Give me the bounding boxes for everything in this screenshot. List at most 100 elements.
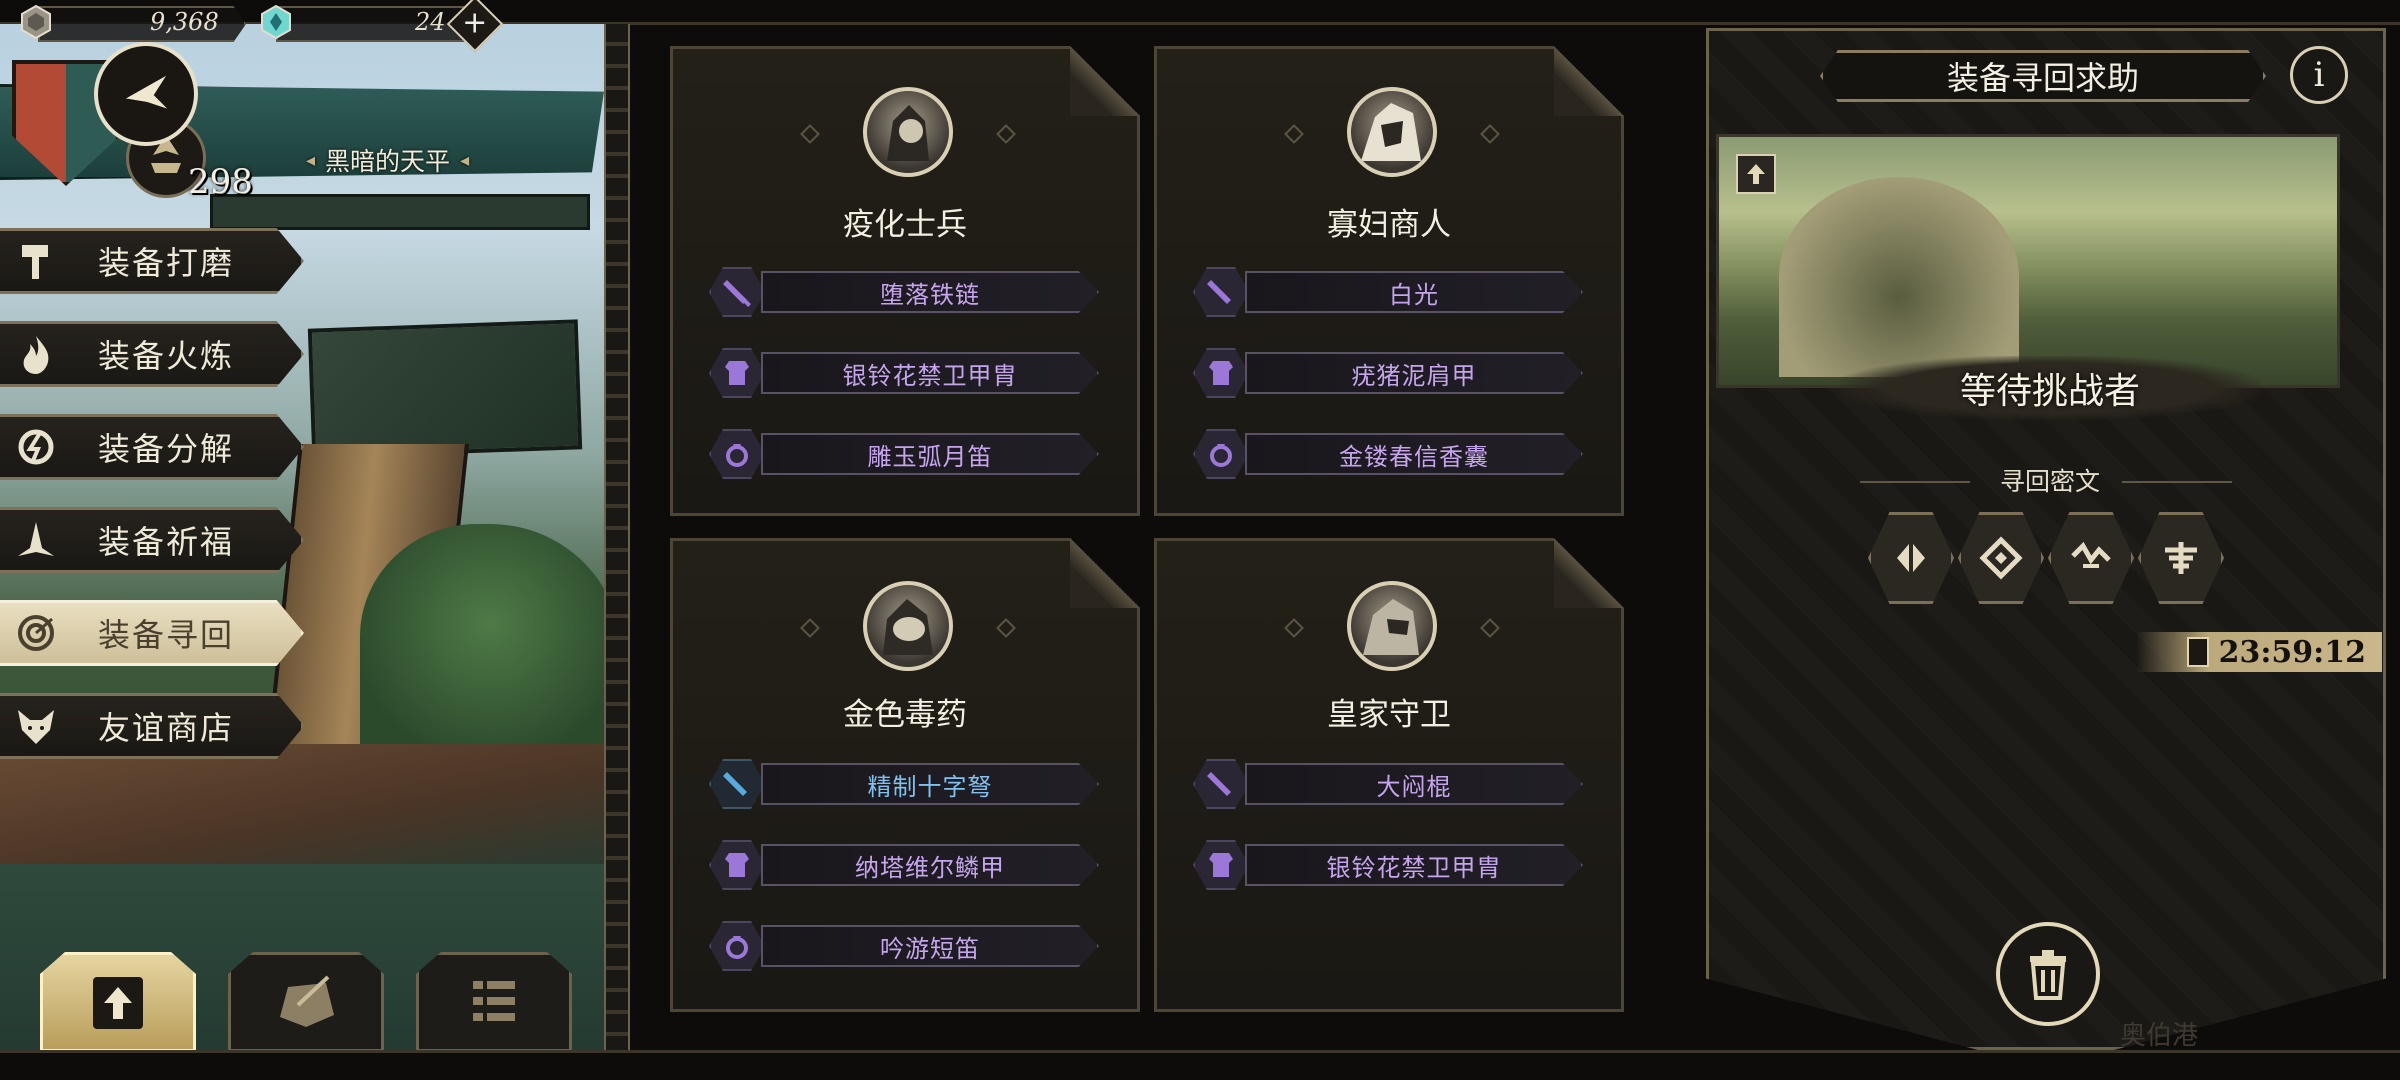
menu-equip-forge[interactable]: 装备火炼	[0, 321, 304, 387]
countdown-value: 23:59:12	[2218, 634, 2366, 670]
enemy-name: 金色毒药	[843, 697, 967, 733]
item-name: 疣猪泥肩甲	[1245, 352, 1583, 394]
pray-icon	[0, 507, 72, 573]
enemy-portrait	[863, 87, 953, 177]
cipher-divider-right	[2122, 481, 2232, 483]
ornament-diamond	[996, 124, 1016, 144]
loot-item[interactable]: 堕落铁链	[709, 267, 1109, 317]
ornament-diamond	[1284, 618, 1304, 638]
item-name: 银铃花禁卫甲胄	[1245, 844, 1583, 886]
target-icon	[0, 600, 72, 666]
loot-item[interactable]: 疣猪泥肩甲	[1193, 348, 1593, 398]
menu-equip-pray[interactable]: 装备祈福	[0, 507, 304, 573]
list-icon	[473, 981, 515, 1021]
diamond-rune-icon	[1979, 536, 2023, 580]
panel-title: 装备寻回求助	[1820, 50, 2266, 102]
list-button[interactable]	[416, 952, 572, 1052]
ring-icon	[1193, 429, 1249, 479]
item-name: 堕落铁链	[761, 271, 1099, 313]
enemy-portrait	[1347, 87, 1437, 177]
cross-rune-icon	[2165, 542, 2197, 574]
ornament-diamond	[1480, 124, 1500, 144]
ring-icon	[709, 429, 765, 479]
decompose-icon	[0, 414, 72, 480]
sword-icon	[709, 267, 765, 317]
item-name: 银铃花禁卫甲胄	[761, 352, 1099, 394]
ornament-diamond	[800, 618, 820, 638]
expand-button[interactable]	[1736, 154, 1776, 194]
stage-preview-image	[1716, 134, 2340, 388]
loot-item[interactable]: 白光	[1193, 267, 1593, 317]
bag-button[interactable]	[228, 952, 384, 1052]
ring-icon	[709, 921, 765, 971]
menu-equip-retrieve[interactable]: 装备寻回	[0, 600, 304, 666]
bag-icon	[280, 975, 334, 1027]
hourglass-icon	[2186, 637, 2209, 667]
wave-rune-icon	[2071, 541, 2111, 568]
loot-item[interactable]: 吟游短笛	[709, 921, 1109, 971]
sword-icon	[1193, 267, 1249, 317]
gem-icon	[256, 2, 296, 42]
item-name: 精制十字弩	[761, 763, 1099, 805]
coin-count: 9,368	[150, 8, 219, 36]
enemy-card[interactable]: 疫化士兵 堕落铁链 银铃花禁卫甲胄 雕玉弧月笛	[670, 46, 1140, 516]
menu-equip-polish[interactable]: 装备打磨	[0, 228, 304, 294]
countdown-timer: 23:59:12	[2136, 632, 2382, 672]
status-banner: 等待挑战者	[1840, 356, 2260, 420]
back-button[interactable]	[94, 42, 198, 146]
hammer-icon	[0, 228, 72, 294]
loot-item[interactable]: 纳塔维尔鳞甲	[709, 840, 1109, 890]
menu-equip-decompose[interactable]: 装备分解	[0, 414, 304, 480]
scene-signpost	[307, 319, 583, 459]
discard-button[interactable]	[1996, 922, 2100, 1026]
loot-item[interactable]: 金镂春信香囊	[1193, 429, 1593, 479]
split-rune-icon	[1897, 544, 1925, 572]
title-ornament-left: ◂	[306, 149, 316, 171]
enemy-name: 寡妇商人	[1327, 207, 1451, 243]
trash-icon	[2030, 950, 2066, 1000]
item-name: 吟游短笛	[761, 925, 1099, 967]
enemy-name: 皇家守卫	[1327, 697, 1451, 733]
menu-friend-shop[interactable]: 友谊商店	[0, 693, 304, 759]
upload-button[interactable]	[40, 952, 196, 1052]
item-name: 纳塔维尔鳞甲	[761, 844, 1099, 886]
loot-item[interactable]: 大闷棍	[1193, 759, 1593, 809]
fox-icon	[0, 693, 72, 759]
gem-count: 24	[415, 8, 446, 36]
ornament-diamond	[1284, 124, 1304, 144]
armor-icon	[709, 348, 765, 398]
flame-icon	[0, 321, 72, 387]
item-name: 金镂春信香囊	[1245, 433, 1583, 475]
enemy-card[interactable]: 金色毒药 精制十字弩 纳塔维尔鳞甲 吟游短笛	[670, 538, 1140, 1012]
loot-item[interactable]: 雕玉弧月笛	[709, 429, 1109, 479]
panel-divider	[604, 24, 630, 1050]
item-name: 雕玉弧月笛	[761, 433, 1099, 475]
info-button[interactable]: i	[2290, 46, 2348, 104]
title-ornament-right: ◂	[460, 149, 470, 171]
enemy-name: 疫化士兵	[843, 207, 967, 243]
coin-icon	[16, 2, 56, 42]
enemy-portrait	[1347, 581, 1437, 671]
ornament-diamond	[996, 618, 1016, 638]
location-name-ghost: 奥伯港	[2120, 1021, 2199, 1051]
up-arrow-icon	[1747, 164, 1765, 184]
scene-road	[0, 744, 604, 864]
armor-icon	[1193, 840, 1249, 890]
enemy-card[interactable]: 皇家守卫 大闷棍 银铃花禁卫甲胄	[1154, 538, 1624, 1012]
loot-item[interactable]: 银铃花禁卫甲胄	[709, 348, 1109, 398]
sword-icon	[1193, 759, 1249, 809]
back-arrow-icon	[120, 72, 172, 112]
loot-item[interactable]: 精制十字弩	[709, 759, 1109, 809]
upload-icon	[93, 977, 143, 1029]
enemy-portrait	[863, 581, 953, 671]
loot-item[interactable]: 银铃花禁卫甲胄	[1193, 840, 1593, 890]
player-title-text: 黑暗的天平	[325, 147, 451, 176]
enemy-card[interactable]: 寡妇商人 白光 疣猪泥肩甲 金镂春信香囊	[1154, 46, 1624, 516]
ornament-diamond	[800, 124, 820, 144]
bottom-frame-line	[0, 1050, 2400, 1053]
item-name: 白光	[1245, 271, 1583, 313]
player-level: 298	[188, 162, 253, 202]
item-name: 大闷棍	[1245, 763, 1583, 805]
armor-icon	[1193, 348, 1249, 398]
player-title: ◂ 黑暗的天平 ◂	[306, 142, 469, 178]
